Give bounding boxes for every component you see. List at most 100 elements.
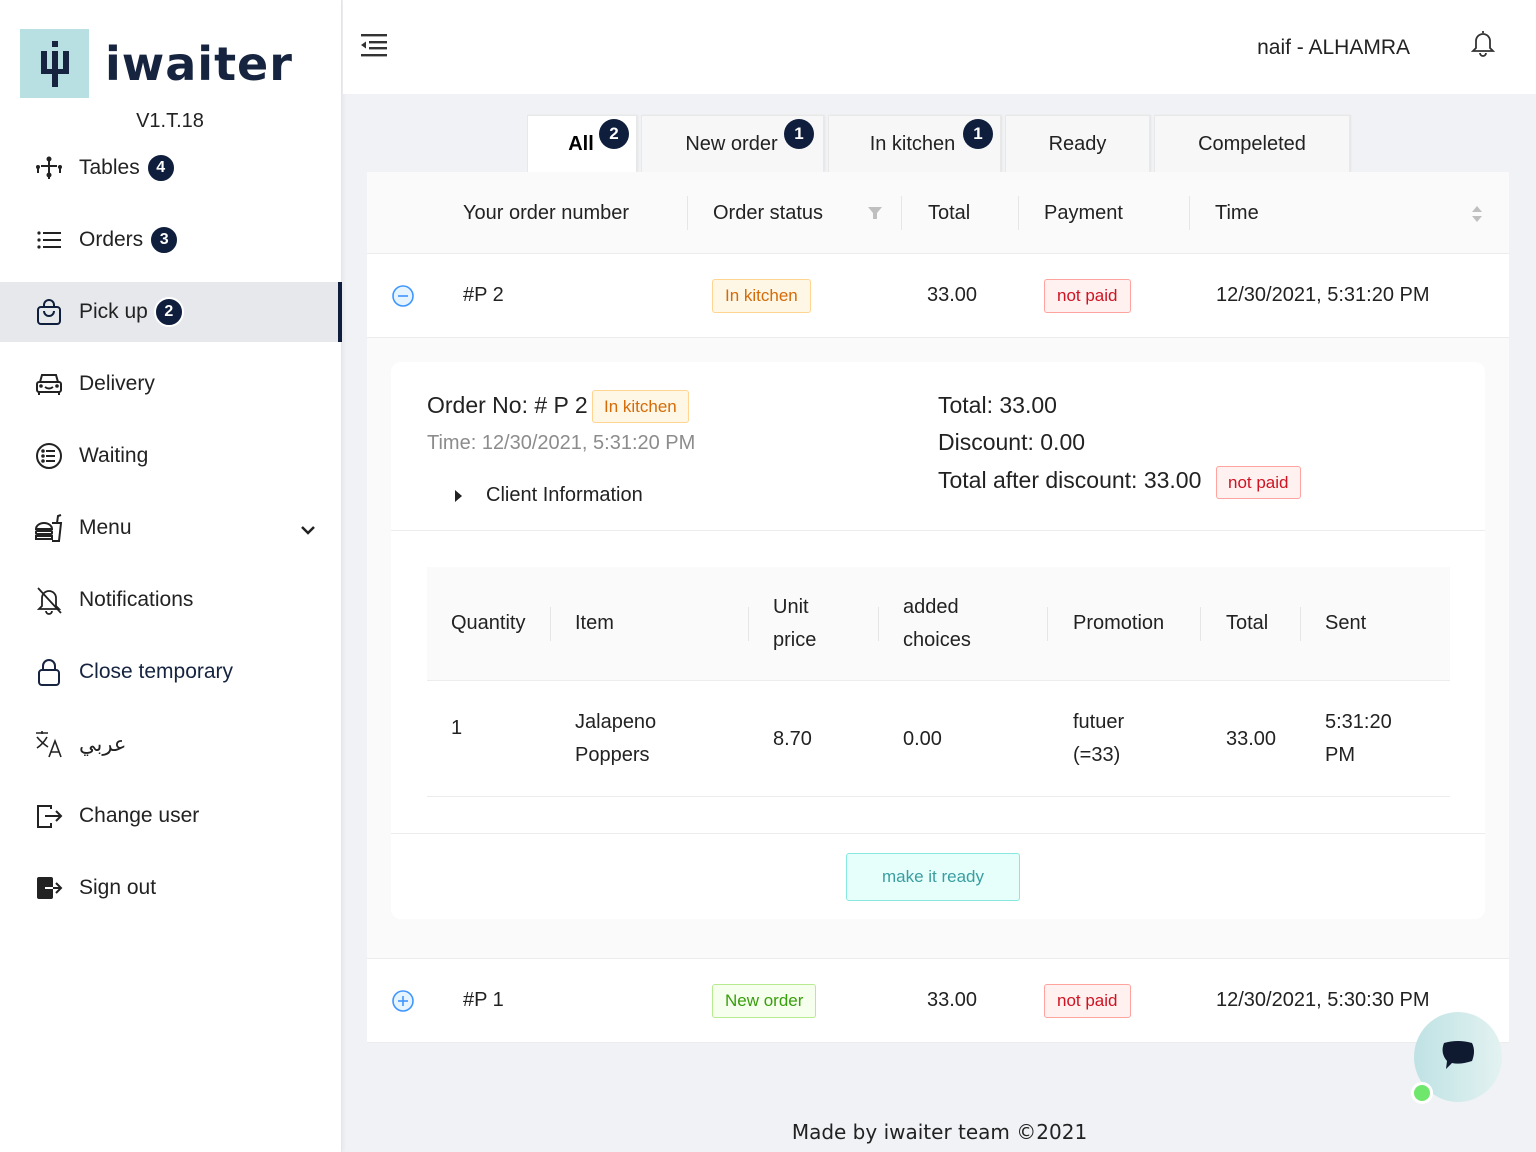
- order-detail-card: Order No: # P 2 In kitchen Time: 12/30/2…: [391, 362, 1485, 919]
- make-it-ready-button[interactable]: make it ready: [846, 853, 1020, 901]
- sign-out-icon: [34, 873, 64, 903]
- column-header-sent: Sent: [1325, 612, 1367, 634]
- count-badge: 1: [963, 119, 993, 149]
- status-badge: New order: [712, 984, 817, 1018]
- logo-text: iwaiter: [105, 36, 293, 91]
- column-divider: [550, 607, 551, 641]
- sidebar-item-change-user[interactable]: Change user: [0, 786, 342, 846]
- car-icon: [34, 369, 64, 399]
- sidebar-item-pick-up[interactable]: Pick up 2: [0, 282, 342, 342]
- column-header-order-number: Your order number: [463, 202, 630, 224]
- bell-off-icon: [34, 585, 64, 615]
- items-header: Quantity Item Unit price added choices Pro…: [427, 567, 1450, 681]
- chevron-down-icon[interactable]: [300, 518, 316, 542]
- column-header-unit-price: Unit price: [773, 591, 816, 657]
- item-sent-time: 5:31:20 PM: [1325, 706, 1392, 772]
- tables-icon: [34, 153, 64, 183]
- detail-total: Total: 33.00: [938, 392, 1057, 418]
- top-header: naif - ALHAMRA: [343, 0, 1536, 94]
- item-unit-price: 8.70: [773, 728, 812, 750]
- order-time: 12/30/2021, 5:30:30 PM: [1216, 989, 1430, 1011]
- collapse-menu-icon[interactable]: [359, 30, 389, 60]
- collapse-row-icon[interactable]: [392, 285, 414, 307]
- column-header-item: Item: [575, 612, 614, 634]
- tab-completed[interactable]: Compeleted: [1154, 115, 1350, 172]
- sidebar-item-delivery[interactable]: Delivery: [0, 354, 342, 414]
- column-header-payment: Payment: [1044, 202, 1123, 224]
- sidebar-item-label: Waiting: [79, 444, 149, 467]
- tab-label: All: [568, 132, 594, 155]
- current-user[interactable]: naif - ALHAMRA: [1257, 36, 1410, 60]
- tab-new-order[interactable]: New order 1: [641, 115, 824, 172]
- order-detail-time: Time: 12/30/2021, 5:31:20 PM: [427, 432, 696, 454]
- item-quantity: 1: [451, 717, 463, 739]
- sidebar-item-orders[interactable]: Orders 3: [0, 210, 342, 270]
- sort-icon[interactable]: [1471, 204, 1483, 229]
- list-icon: [34, 225, 64, 255]
- client-information-toggle[interactable]: Client Information: [455, 484, 643, 507]
- count-badge: 2: [599, 119, 629, 149]
- header-line: choices: [903, 629, 971, 651]
- sidebar-item-label: Tables: [79, 156, 140, 179]
- logo[interactable]: iwaiter: [20, 29, 293, 98]
- header-line: added: [903, 596, 959, 618]
- logo-mark: [20, 29, 89, 98]
- sidebar-item-sign-out[interactable]: Sign out: [0, 858, 342, 918]
- item-name-line: Jalapeno: [575, 711, 657, 733]
- sidebar-item-label: Delivery: [79, 372, 155, 395]
- tab-label: New order: [685, 132, 778, 155]
- count-badge: 2: [153, 297, 184, 327]
- column-divider: [1200, 607, 1201, 641]
- sidebar-item-language[interactable]: عربي: [0, 714, 342, 774]
- sidebar-item-close-temporary[interactable]: Close temporary: [0, 642, 342, 702]
- sidebar: iwaiter V1.T.18 Tables 4 Orders 3 Pick u…: [0, 0, 342, 1152]
- divider: [391, 530, 1485, 531]
- sidebar-item-label: عربي: [79, 732, 127, 756]
- item-total: 33.00: [1226, 728, 1277, 750]
- column-divider: [687, 196, 688, 230]
- tab-all[interactable]: All 2: [527, 115, 637, 172]
- sidebar-item-notifications[interactable]: Notifications: [0, 570, 342, 630]
- sidebar-item-menu[interactable]: Menu: [0, 498, 342, 558]
- promotion-line: (=33): [1073, 744, 1121, 766]
- item-name-line: Poppers: [575, 744, 650, 766]
- client-information-label: Client Information: [486, 484, 643, 506]
- column-divider: [1300, 607, 1301, 641]
- order-total: 33.00: [927, 989, 978, 1011]
- bell-icon[interactable]: [1470, 28, 1496, 63]
- logout-outline-icon: [34, 801, 64, 831]
- column-header-order-status: Order status: [713, 202, 824, 224]
- table-row[interactable]: #P 2 In kitchen 33.00 not paid 12/30/202…: [367, 254, 1509, 338]
- status-badge: In kitchen: [712, 279, 811, 313]
- promotion-line: futuer: [1073, 711, 1125, 733]
- table-row[interactable]: #P 1 New order 33.00 not paid 12/30/2021…: [367, 959, 1509, 1043]
- column-header-time[interactable]: Time: [1215, 202, 1259, 225]
- footer-text: Made by iwaiter team ©2021: [791, 1120, 1088, 1144]
- column-divider: [1189, 196, 1190, 230]
- online-status-dot: [1411, 1082, 1433, 1104]
- divider: [391, 833, 1485, 834]
- lock-icon: [34, 657, 64, 687]
- filter-icon[interactable]: [867, 205, 883, 226]
- column-divider: [878, 607, 879, 641]
- expanded-row: Order No: # P 2 In kitchen Time: 12/30/2…: [367, 338, 1509, 959]
- sidebar-item-label: Pick up: [79, 300, 148, 323]
- count-badge: 4: [145, 153, 176, 183]
- tab-ready[interactable]: Ready: [1005, 115, 1150, 172]
- item-row: 1 Jalapeno Poppers 8.70 0.00 futuer (=33) …: [427, 681, 1450, 797]
- sidebar-item-tables[interactable]: Tables 4: [0, 138, 342, 198]
- app-version: V1.T.18: [136, 110, 204, 132]
- translate-icon: [34, 729, 64, 759]
- table-header: Your order number Order status Total Pay…: [367, 172, 1509, 254]
- item-added-choices: 0.00: [903, 728, 942, 750]
- caret-right-icon: [455, 489, 462, 502]
- tab-in-kitchen[interactable]: In kitchen 1: [828, 115, 1001, 172]
- header-line: Unit: [773, 596, 809, 618]
- expand-row-icon[interactable]: [392, 990, 414, 1012]
- payment-badge: not paid: [1044, 984, 1131, 1018]
- orders-table: Your order number Order status Total Pay…: [367, 172, 1509, 1043]
- payment-badge: not paid: [1044, 279, 1131, 313]
- sidebar-item-waiting[interactable]: Waiting: [0, 426, 342, 486]
- header-line: price: [773, 629, 817, 651]
- order-items-table: Quantity Item Unit price added choices Pro…: [427, 567, 1450, 797]
